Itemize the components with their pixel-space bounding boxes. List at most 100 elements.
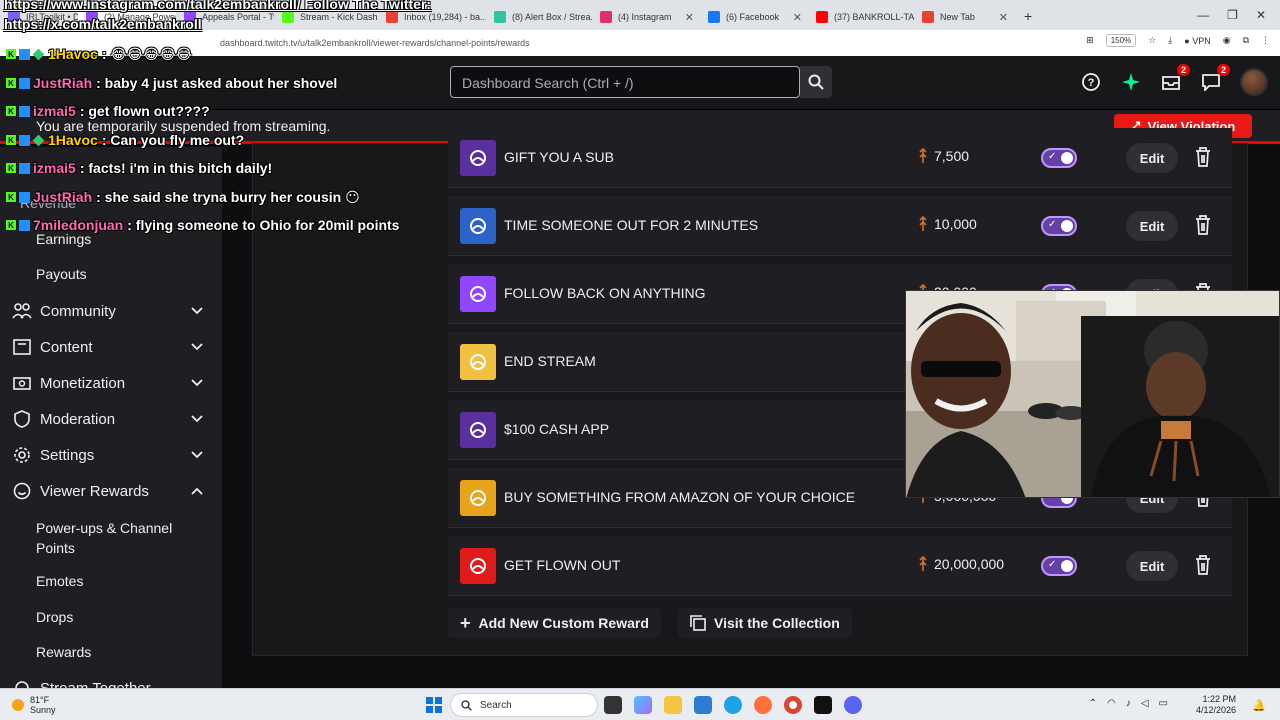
edit-reward-button[interactable]: Edit	[1126, 551, 1178, 581]
browser-tab[interactable]: Appeals Portal - Tw...✕	[176, 4, 274, 30]
whispers-icon[interactable]: 2	[1200, 64, 1230, 93]
sidebar-item-monetization[interactable]: Monetization	[0, 368, 222, 398]
reward-enabled-toggle[interactable]: ✓	[1041, 556, 1077, 576]
inbox-icon[interactable]: 2	[1160, 64, 1190, 93]
wifi-icon[interactable]: ◠	[1107, 698, 1116, 709]
sidebar-item-earnings[interactable]: Earnings	[36, 231, 91, 247]
notification-bell-icon[interactable]: 🔔	[1252, 699, 1266, 712]
sidebar-item-content[interactable]: Content	[0, 332, 222, 362]
terminal-icon[interactable]	[814, 696, 832, 714]
reward-cost: 20,000,000	[918, 556, 1004, 572]
url-text[interactable]: dashboard.twitch.tv/u/talk2embankroll/vi…	[220, 38, 530, 48]
avatar[interactable]	[1240, 68, 1268, 96]
browser-tab[interactable]: (4) Instagram ✕	[592, 4, 700, 30]
tab-label: Stream - Kick Dashb...	[300, 12, 378, 22]
battery-icon[interactable]: ▭	[1159, 698, 1168, 709]
add-custom-reward-button[interactable]: + Add New Custom Reward	[448, 608, 661, 638]
window-controls: — ❐ ✕	[1197, 0, 1280, 30]
windows-start-icon[interactable]	[426, 697, 442, 713]
mic-icon[interactable]: ♪	[1126, 698, 1131, 709]
reward-row[interactable]: TIME SOMEONE OUT FOR 2 MINUTES 10,000 ✓ …	[448, 196, 1232, 256]
sidebar-item-drops[interactable]: Drops	[36, 609, 73, 625]
firefox-icon[interactable]	[754, 696, 772, 714]
tab-favicon-icon	[600, 11, 612, 23]
edit-label: Edit	[1139, 150, 1165, 166]
sidebar-item-stream-together[interactable]: Stream Together	[0, 674, 222, 688]
trash-icon[interactable]	[1193, 214, 1213, 236]
search-button[interactable]	[800, 66, 832, 98]
sidebar-item-viewer-rewards[interactable]: Viewer Rewards	[0, 476, 222, 506]
visit-collection-button[interactable]: Visit the Collection	[678, 608, 852, 638]
tray-chevron-icon[interactable]: ⌃	[1089, 698, 1097, 709]
tab-label: Appeals Portal - Tw...	[202, 12, 274, 22]
edge-icon[interactable]	[724, 696, 742, 714]
address-bar[interactable]: dashboard.twitch.tv/u/talk2embankroll/vi…	[0, 30, 1280, 56]
sidebar-item-rewards[interactable]: Rewards	[36, 644, 91, 660]
profile-icon[interactable]: ◉	[1223, 35, 1231, 46]
reward-row[interactable]: GET FLOWN OUT 20,000,000 ✓ Edit	[448, 536, 1232, 596]
close-tab-icon[interactable]: ✕	[681, 11, 694, 24]
edit-reward-button[interactable]: Edit	[1126, 211, 1178, 241]
taskbar-clock[interactable]: 1:22 PM 4/12/2026	[1196, 694, 1236, 716]
sidebar-item-community[interactable]: Community	[0, 296, 222, 326]
sidebar-item-emotes[interactable]: Emotes	[36, 573, 83, 589]
bookmark-star-icon[interactable]: ☆	[1148, 35, 1156, 46]
sidebar-item-moderation[interactable]: Moderation	[0, 404, 222, 434]
sidebar-item-powerups[interactable]: Power-ups & Channel Points	[36, 518, 206, 558]
close-window-icon[interactable]: ✕	[1256, 8, 1266, 22]
minimize-icon[interactable]: —	[1197, 8, 1209, 22]
browser-tab[interactable]: (37) BANKROLL-TA...✕	[808, 4, 914, 30]
reward-icon	[460, 208, 496, 244]
download-icon[interactable]: ⤓	[1168, 35, 1172, 46]
menu-icon[interactable]: ⋮	[1261, 35, 1270, 46]
search-icon	[808, 74, 824, 90]
reward-enabled-toggle[interactable]: ✓	[1041, 148, 1077, 168]
install-app-icon[interactable]: ⊞	[1086, 35, 1094, 46]
browser-tab[interactable]: Stream - Kick Dashb...✕	[274, 4, 378, 30]
zoom-indicator[interactable]: 150%	[1105, 34, 1137, 47]
extensions-icon[interactable]: ⧉	[1243, 35, 1249, 46]
close-tab-icon[interactable]: ✕	[995, 11, 1008, 24]
browser-tab[interactable]: (8) Alert Box / Strea...✕	[486, 4, 592, 30]
taskbar-search[interactable]: Search	[450, 693, 598, 717]
copilot-icon[interactable]	[634, 696, 652, 714]
browser-tab[interactable]: New Tab ✕	[914, 4, 1014, 30]
browser-tab[interactable]: (2) Manage Power-...✕	[78, 4, 176, 30]
check-icon: ✓	[1048, 151, 1057, 162]
reward-enabled-toggle[interactable]: ✓	[1041, 216, 1077, 236]
sidebar-item-settings[interactable]: Settings	[0, 440, 222, 470]
chevron-down-icon	[191, 307, 203, 315]
trash-icon[interactable]	[1193, 146, 1213, 168]
speaker-icon[interactable]: ◁	[1141, 698, 1149, 709]
sidebar-item-revenue[interactable]: Revenue	[20, 195, 76, 211]
new-tab-button[interactable]: +	[1014, 8, 1042, 30]
vpn-badge[interactable]: ● VPN	[1184, 36, 1210, 46]
browser-tab[interactable]: IRLToolkit • Dashbo...✕	[0, 4, 78, 30]
chrome-icon[interactable]	[784, 696, 802, 714]
restore-icon[interactable]: ❐	[1227, 8, 1238, 22]
dashboard-sidebar: Revenue Earnings Payouts Community Conte…	[0, 147, 222, 688]
browser-tab[interactable]: Inbox (19,284) - ba...✕	[378, 4, 486, 30]
browser-tab[interactable]: (6) Facebook ✕	[700, 4, 808, 30]
dashboard-search-input[interactable]: Dashboard Search (Ctrl + /)	[450, 66, 800, 98]
reward-cost-value: 20,000,000	[934, 556, 1005, 572]
close-tab-icon[interactable]: ✕	[789, 11, 802, 24]
reward-row[interactable]: GIFT YOU A SUB 7,500 ✓ Edit	[448, 128, 1232, 188]
reward-title: BUY SOMETHING FROM AMAZON OF YOUR CHOICE	[504, 489, 856, 505]
clock-date: 4/12/2026	[1195, 705, 1236, 715]
sparkle-icon[interactable]	[1120, 71, 1142, 93]
outlook-icon[interactable]	[694, 696, 712, 714]
edit-reward-button[interactable]: Edit	[1126, 143, 1178, 173]
tab-label: (37) BANKROLL-TA...	[834, 12, 914, 22]
trash-icon[interactable]	[1193, 554, 1213, 576]
discord-icon[interactable]	[844, 696, 862, 714]
sidebar-item-payouts[interactable]: Payouts	[36, 266, 87, 282]
file-explorer-icon[interactable]	[664, 696, 682, 714]
help-icon[interactable]: ?	[1080, 71, 1102, 93]
task-view-icon[interactable]	[604, 696, 622, 714]
gear-icon	[12, 445, 32, 465]
weather-widget[interactable]: 81°F Sunny	[12, 695, 56, 715]
reward-cost-value: 10,000	[934, 216, 977, 232]
windows-taskbar: 81°F Sunny Search ⌃ ◠ ♪ ◁ ▭ 1:22 PM 4/12…	[0, 688, 1280, 720]
tab-favicon-icon	[386, 11, 398, 23]
